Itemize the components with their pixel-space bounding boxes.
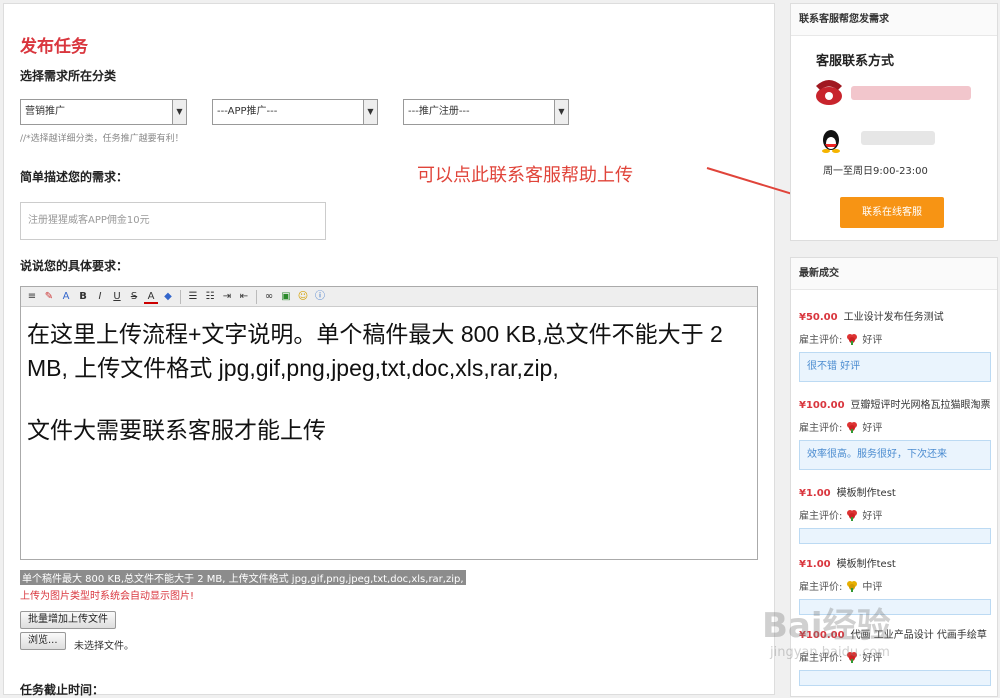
editor-line: 文件大需要联系客服才能上传 xyxy=(27,417,326,443)
image-icon[interactable]: ▣ xyxy=(279,290,293,304)
emoji-icon[interactable]: ☺ xyxy=(296,290,310,304)
deal-comment xyxy=(799,528,991,544)
highlight-icon[interactable]: ◆ xyxy=(161,290,175,304)
bold-icon[interactable]: B xyxy=(76,290,90,304)
indent-icon[interactable]: ⇥ xyxy=(220,290,234,304)
contact-online-button[interactable]: 联系在线客服 xyxy=(840,197,944,228)
upload-rules: 单个稿件最大 800 KB,总文件不能大于 2 MB, 上传文件格式 jpg,g… xyxy=(20,570,466,585)
baidu-watermark-url: jingyan.baidu.com xyxy=(770,645,890,660)
toolbar-divider xyxy=(180,289,181,304)
deal-comment: 很不错 好评 xyxy=(799,352,991,382)
deal-item[interactable]: ¥100.00 豆瓣短评时光网格瓦拉猫眼淘票 雇主评价: 好评 效率很高。服务很好，… xyxy=(799,396,991,470)
deal-name[interactable]: 工业设计发布任务测试 xyxy=(844,312,944,323)
deal-name[interactable]: 模板制作test xyxy=(837,488,896,499)
deal-price: ¥100.00 xyxy=(799,400,845,411)
strikethrough-icon[interactable]: S xyxy=(127,290,141,304)
category-select-2-value: ---APP推广--- xyxy=(217,106,278,117)
baidu-watermark: Bai经验 xyxy=(762,606,891,646)
editor-line: 在这里上传流程+文字说明。单个稿件最大 800 KB,总文件不能大于 2 MB,… xyxy=(27,321,723,381)
rating-value: 好评 xyxy=(862,423,883,434)
outdent-icon[interactable]: ⇤ xyxy=(237,290,251,304)
rating-label: 雇主评价: xyxy=(799,582,843,593)
chevron-down-icon: ▼ xyxy=(554,100,568,124)
deal-item[interactable]: ¥1.00 模板制作test 雇主评价: 好评 xyxy=(799,484,991,544)
batch-upload-button[interactable]: 批量增加上传文件 xyxy=(20,611,116,629)
list-icon[interactable]: ☷ xyxy=(203,290,217,304)
italic-icon[interactable]: I xyxy=(93,290,107,304)
desc-input[interactable]: 注册猩猩威客APP佣金10元 xyxy=(20,202,326,240)
info-icon[interactable]: ⓘ xyxy=(313,290,327,304)
publish-task-panel: 发布任务 选择需求所在分类 营销推广 ▼ ---APP推广--- ▼ ---推广… xyxy=(3,3,775,697)
contact-heading: 客服联系方式 xyxy=(816,54,895,69)
deadline-label: 任务截止时间： xyxy=(20,683,105,697)
deal-name[interactable]: 模板制作test xyxy=(837,559,896,570)
deal-name[interactable]: 豆瓣短评时光网格瓦拉猫眼淘票 xyxy=(851,400,991,411)
category-select-3-value: ---推广注册--- xyxy=(408,106,470,117)
deal-price: ¥1.00 xyxy=(799,488,831,499)
align-left-icon[interactable]: ☰ xyxy=(186,290,200,304)
deal-comment xyxy=(799,670,991,686)
chevron-down-icon: ▼ xyxy=(363,100,377,124)
category-hint: //*选择越详细分类，任务推广越要有利！ xyxy=(20,134,184,144)
rating-value: 好评 xyxy=(862,335,883,346)
contact-card: 联系客服帮您发需求 客服联系方式 周一至周日9:00-23:00 联系在线客服 xyxy=(790,3,998,241)
upload-notice: 上传为图片类型时系统会自动显示图片! xyxy=(20,591,195,602)
rating-label: 雇主评价: xyxy=(799,511,843,522)
deal-price: ¥1.00 xyxy=(799,559,831,570)
rich-text-editor[interactable]: ≡ ✎ A B I U S A ◆ ☰ ☷ ⇥ ⇤ ∞ ▣ ☺ ⓘ 在这里上传流… xyxy=(20,286,758,560)
rating-label: 雇主评价: xyxy=(799,335,843,346)
file-status: 未选择文件。 xyxy=(74,641,134,652)
toolbar-divider xyxy=(256,289,257,304)
desc-label: 简单描述您的需求： xyxy=(20,170,129,184)
rating-value: 好评 xyxy=(862,511,883,522)
flower-icon xyxy=(847,421,858,433)
category-select-1-value: 营销推广 xyxy=(25,106,65,117)
underline-icon[interactable]: U xyxy=(110,290,124,304)
deal-price: ¥50.00 xyxy=(799,312,838,323)
category-label: 选择需求所在分类 xyxy=(20,69,117,83)
rating-label: 雇主评价: xyxy=(799,423,843,434)
deal-item[interactable]: ¥50.00 工业设计发布任务测试 雇主评价: 好评 很不错 好评 xyxy=(799,308,991,382)
category-select-2[interactable]: ---APP推广--- ▼ xyxy=(212,99,378,125)
qq-number-blurred xyxy=(861,131,935,145)
editor-content[interactable]: 在这里上传流程+文字说明。单个稿件最大 800 KB,总文件不能大于 2 MB,… xyxy=(21,307,757,457)
category-select-1[interactable]: 营销推广 ▼ xyxy=(20,99,187,125)
source-icon[interactable]: ≡ xyxy=(25,290,39,304)
category-select-3[interactable]: ---推广注册--- ▼ xyxy=(403,99,569,125)
contact-card-title: 联系客服帮您发需求 xyxy=(791,4,997,36)
flower-icon xyxy=(847,333,858,345)
chevron-down-icon: ▼ xyxy=(172,100,186,124)
rating-value: 中评 xyxy=(862,582,883,593)
phone-number-blurred xyxy=(851,86,971,100)
editor-toolbar: ≡ ✎ A B I U S A ◆ ☰ ☷ ⇥ ⇤ ∞ ▣ ☺ ⓘ xyxy=(21,287,757,307)
detail-label: 说说您的具体要求： xyxy=(20,259,129,273)
paste-icon[interactable]: ✎ xyxy=(42,290,56,304)
service-hours: 周一至周日9:00-23:00 xyxy=(823,166,928,177)
recent-deals-title: 最新成交 xyxy=(791,258,997,290)
page-title: 发布任务 xyxy=(20,37,88,57)
link-icon[interactable]: ∞ xyxy=(262,290,276,304)
qq-icon xyxy=(822,130,840,153)
format-icon[interactable]: A xyxy=(59,290,73,304)
annotation-text: 可以点此联系客服帮助上传 xyxy=(417,165,633,186)
deal-comment: 效率很高。服务很好，下次还来 xyxy=(799,440,991,470)
flower-icon xyxy=(847,509,858,521)
browse-button[interactable]: 浏览... xyxy=(20,632,66,650)
font-color-icon[interactable]: A xyxy=(144,290,158,304)
flower-icon xyxy=(847,580,858,592)
phone-icon xyxy=(816,80,842,105)
